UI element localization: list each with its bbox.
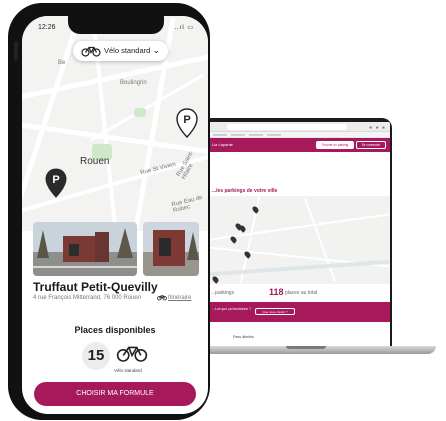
bookmark-item[interactable] (231, 133, 245, 136)
chevron-down-icon: ⌄ (152, 45, 160, 55)
laptop-notch (286, 346, 326, 349)
bookmark-item[interactable] (267, 133, 281, 136)
map-label: Rue Eau de Robec (171, 194, 204, 215)
parking-pin-icon[interactable]: P (45, 168, 67, 198)
parking-pin-icon[interactable] (238, 224, 247, 233)
site-header: Lia Lapante Trouver un parking Se connec… (209, 138, 390, 152)
stat-unit: places au total (285, 290, 318, 296)
map-city-label: Rouen (80, 156, 110, 167)
phone-screen: Be Boulingrin Rue St Vivien Rue Saint-Hi… (22, 16, 208, 414)
browser-address-bar[interactable] (227, 124, 347, 130)
marketing-mockup: ● ● ● Lia Lapante Trouver un parking Se … (0, 0, 446, 421)
station-address: 4 rue François Mitterrand, 76 000 Rouen (33, 295, 142, 301)
stat-label: ...parkings (211, 290, 235, 296)
bookmark-item[interactable] (213, 133, 227, 136)
browser-menu-icon[interactable]: ● ● ● (369, 125, 386, 131)
bike-type-caption: Vélo standard (114, 368, 142, 373)
stat-count: 118 (269, 287, 284, 297)
band-text: ...t-ce que ça fonctionne ? (212, 307, 252, 311)
phone-notch (68, 16, 164, 34)
map-label: Boulingrin (120, 80, 147, 86)
bike-type-label: Vélo standard (104, 46, 151, 55)
station-name: Truffaut Petit-Quevilly (33, 280, 158, 294)
band-button[interactable]: Que nous choisir ? (255, 308, 295, 315)
station-photos (33, 222, 199, 278)
laptop-screen: ● ● ● Lia Lapante Trouver un parking Se … (209, 122, 390, 348)
footer-text: Pass illimités (233, 335, 254, 339)
map-label: Be (58, 60, 66, 66)
bike-type-selector[interactable]: Vélo standard ⌄ (73, 41, 168, 61)
choose-plan-button[interactable]: CHOISIR MA FORMULE (34, 382, 196, 406)
availability-title: Places disponibles (74, 325, 156, 335)
stats-row: ...parkings 118 places au total (209, 284, 390, 302)
station-photo-secondary[interactable] (143, 222, 199, 276)
info-band: ...t-ce que ça fonctionne ? Que nous cho… (209, 302, 390, 322)
bicycle-icon (116, 346, 148, 362)
login-button[interactable]: Se connecter (356, 141, 386, 149)
bookmark-item[interactable] (249, 133, 263, 136)
itinerary-link[interactable]: Itinéraire (168, 295, 191, 301)
bicycle-icon (157, 295, 167, 301)
laptop-mockup: ● ● ● Lia Lapante Trouver un parking Se … (196, 112, 436, 358)
parking-pin-icon[interactable] (251, 205, 260, 214)
phone-mockup: Be Boulingrin Rue St Vivien Rue Saint-Hi… (8, 3, 210, 420)
browser-toolbar: ● ● ● (209, 122, 390, 132)
station-photo-main[interactable] (33, 222, 137, 276)
site-logo[interactable]: Lia Lapante (212, 142, 233, 147)
available-count: 15 (82, 342, 110, 370)
svg-text:P: P (52, 174, 59, 186)
parking-pin-icon[interactable] (211, 275, 220, 284)
svg-text:P: P (183, 114, 190, 126)
find-parking-button[interactable]: Trouver un parking (316, 141, 354, 149)
status-time: 12:26 (38, 24, 56, 31)
parking-pin-icon[interactable]: P (176, 108, 198, 138)
status-icons: ..ıl ▭ (174, 25, 194, 31)
bicycle-icon (81, 46, 101, 57)
phone-side-button (14, 41, 18, 61)
desktop-map[interactable] (209, 196, 390, 284)
section-title: ...les parkings de votre ville (212, 188, 278, 194)
